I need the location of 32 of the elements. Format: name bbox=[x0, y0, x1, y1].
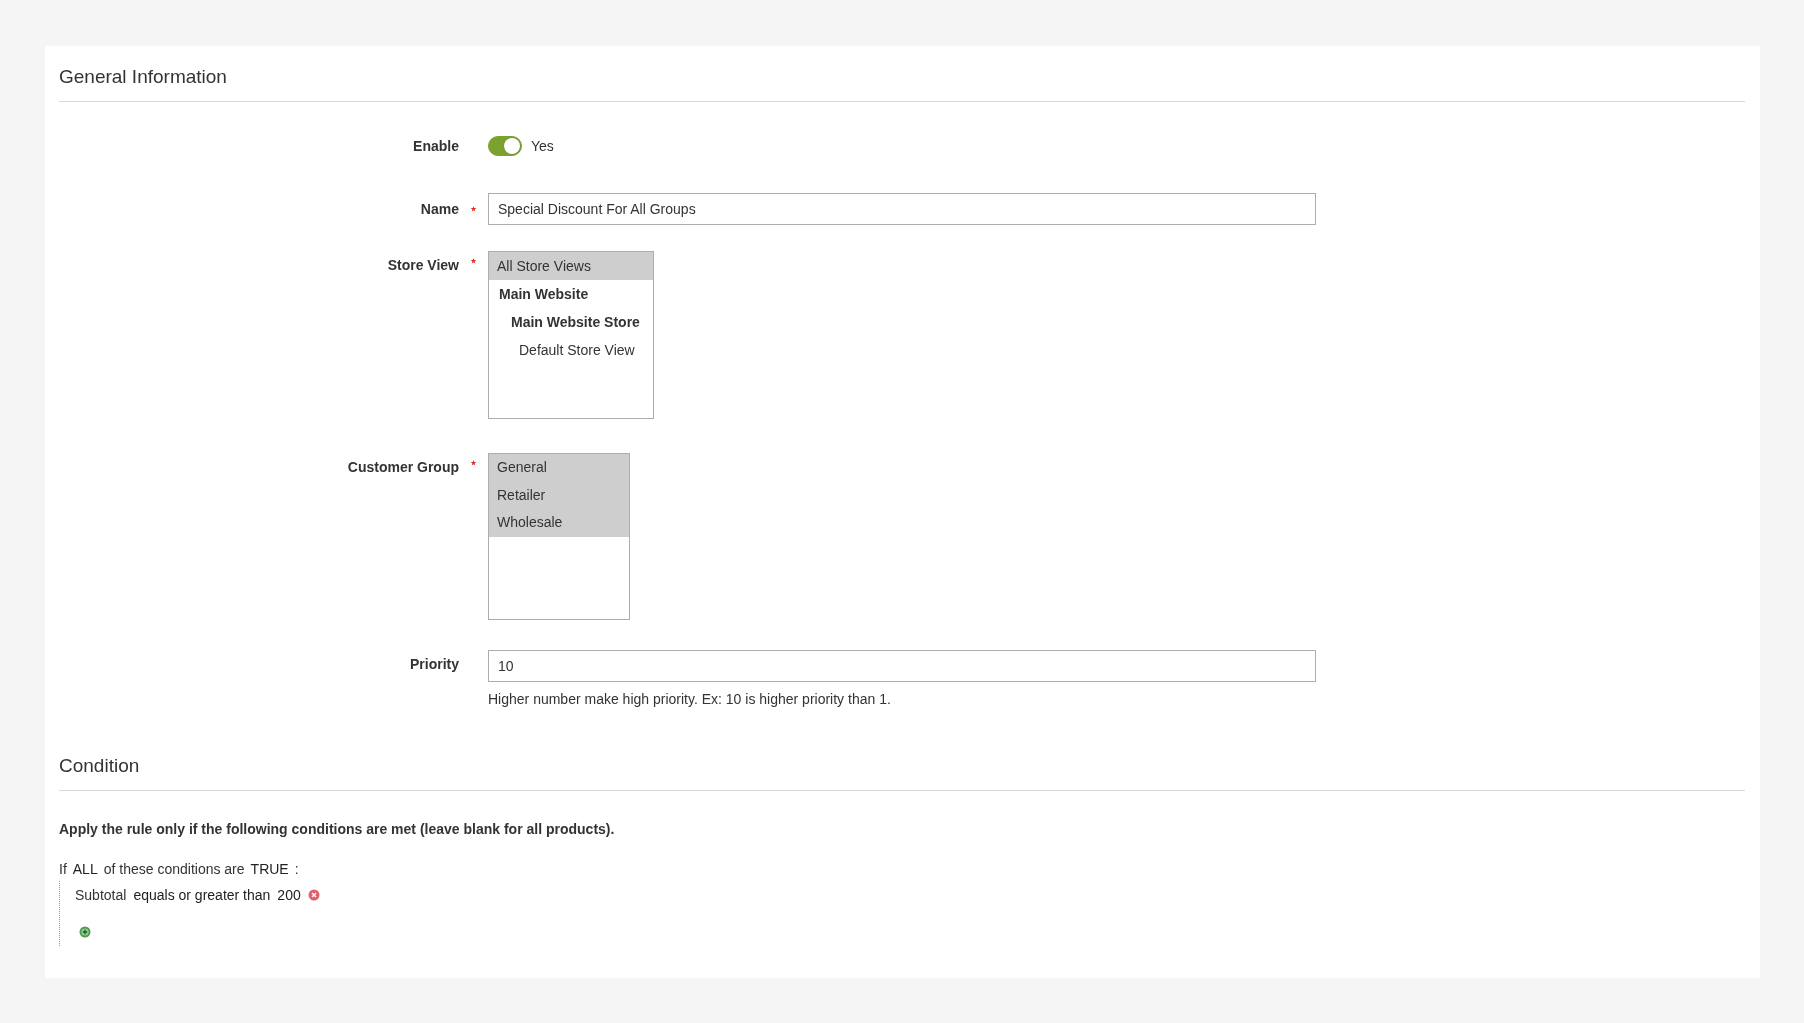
field-label: Store View bbox=[386, 256, 459, 273]
condition-intro: Apply the rule only if the following conditions are met (leave blank for all products). bbox=[59, 821, 616, 837]
list-option[interactable]: Main Website Store bbox=[489, 308, 653, 336]
list-option[interactable]: Default Store View bbox=[489, 336, 653, 364]
condition-attribute: Subtotal bbox=[75, 887, 127, 903]
toggle-label: Yes bbox=[531, 138, 554, 154]
field-note: Higher number make high priority. Ex: 10 is higher priority than 1. bbox=[488, 691, 892, 707]
store-view-listbox[interactable]: All Store Views Main Website Main Website Store Default Store View bbox=[488, 251, 654, 419]
condition-text: of these conditions are bbox=[103, 861, 245, 877]
remove-icon[interactable] bbox=[307, 889, 320, 901]
condition-text: : bbox=[294, 861, 299, 877]
list-option[interactable]: General bbox=[489, 454, 629, 482]
value-link[interactable]: TRUE bbox=[250, 861, 289, 877]
priority-field[interactable]: 10 bbox=[488, 650, 1316, 682]
enable-toggle[interactable] bbox=[488, 136, 522, 156]
name-field[interactable]: Special Discount For All Groups bbox=[488, 193, 1316, 225]
list-option[interactable]: Retailer bbox=[489, 481, 629, 509]
aggregator-link[interactable]: ALL bbox=[72, 861, 98, 877]
condition-text: If bbox=[59, 861, 67, 877]
field-label: Customer Group bbox=[346, 458, 459, 475]
field-label: Enable bbox=[412, 138, 459, 154]
customer-group-listbox[interactable]: General Retailer Wholesale bbox=[488, 453, 630, 620]
section-title: Condition bbox=[59, 755, 141, 777]
list-option[interactable]: Main Website bbox=[489, 280, 653, 308]
add-icon[interactable] bbox=[79, 926, 91, 938]
field-label: Priority bbox=[409, 655, 459, 672]
list-option[interactable]: All Store Views bbox=[489, 252, 653, 280]
section-title: General Information bbox=[59, 66, 228, 88]
field-label: Name bbox=[419, 201, 459, 217]
operator-link[interactable]: equals or greater than bbox=[133, 887, 271, 903]
value-link[interactable]: 200 bbox=[277, 887, 301, 903]
list-option[interactable]: Wholesale bbox=[489, 509, 629, 537]
